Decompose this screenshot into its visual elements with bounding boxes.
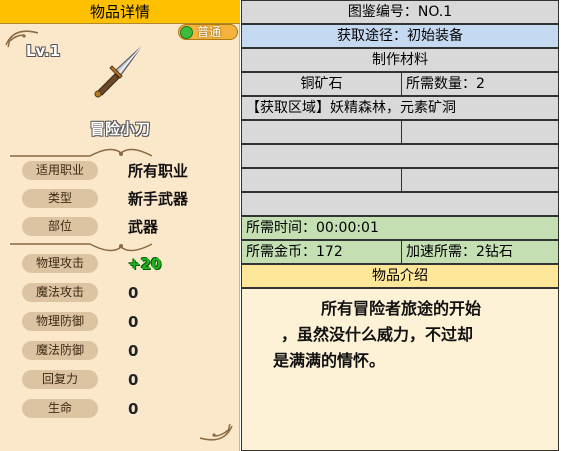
attribute-value: 武器	[128, 218, 159, 236]
ornament-divider	[10, 148, 153, 157]
ornament-icon	[199, 423, 233, 441]
stat-row: 魔法防御 0	[0, 340, 240, 362]
stat-row: 物理防御 0	[0, 311, 240, 333]
stat-label: 生命	[22, 399, 98, 418]
materials-header: 制作材料	[241, 48, 559, 72]
intro-header: 物品介绍	[241, 264, 559, 288]
stat-value: 0	[128, 400, 139, 418]
panel-title: 物品详情	[0, 0, 240, 24]
item-description: 所有冒险者旅途的开始 ，虽然没什么威力，不过却 是满满的情怀。	[273, 296, 533, 374]
item-name: 冒险小刀	[89, 120, 150, 138]
catalog-number: 图鉴编号：NO.1	[241, 0, 559, 24]
stat-label: 魔法攻击	[22, 283, 98, 302]
description-line: 是满满的情怀。	[273, 351, 386, 370]
empty-material-row	[241, 120, 559, 144]
empty-cell	[242, 121, 402, 143]
stat-label: 魔法防御	[22, 341, 98, 360]
quality-badge: 普通	[178, 24, 238, 40]
stat-value: 0	[128, 342, 139, 360]
stat-value: 0	[128, 371, 139, 389]
acquisition-source: 获取途径：初始装备	[241, 24, 559, 48]
attribute-row: 类型 新手武器	[0, 188, 240, 210]
cost-row: 所需金币：172 加速所需：2钻石	[241, 240, 559, 264]
attribute-row: 适用职业 所有职业	[0, 160, 240, 182]
stat-value: 0	[128, 313, 139, 331]
empty-row	[241, 192, 559, 216]
item-info-table: 图鉴编号：NO.1 获取途径：初始装备 制作材料 铜矿石 所需数量：2 【获取区…	[241, 0, 561, 451]
attribute-label: 部位	[22, 217, 98, 236]
material-quantity: 所需数量：2	[406, 76, 485, 92]
item-level: Lv.1	[26, 42, 61, 60]
description-line: 所有冒险者旅途的开始	[321, 299, 482, 318]
dagger-icon	[94, 46, 142, 98]
ornament-divider	[10, 243, 153, 252]
stat-label: 物理攻击	[22, 254, 98, 273]
time-required: 所需时间：00:00:01	[241, 216, 559, 240]
material-row: 铜矿石 所需数量：2	[241, 72, 559, 96]
quality-badge-icon	[180, 26, 193, 39]
stat-row: 物理攻击 +20	[0, 253, 240, 275]
item-detail-panel: 物品详情 Lv.1 普通 冒险小刀 适用职业 所有职业 类型 新手武器 部位 武…	[0, 0, 240, 451]
empty-row	[241, 144, 559, 168]
material-name: 铜矿石	[242, 73, 402, 95]
attribute-label: 适用职业	[22, 161, 98, 180]
stat-value: 0	[128, 284, 139, 302]
stat-label: 物理防御	[22, 312, 98, 331]
item-detail-window: 物品详情 Lv.1 普通 冒险小刀 适用职业 所有职业 类型 新手武器 部位 武…	[0, 0, 561, 451]
attribute-value: 新手武器	[128, 190, 189, 208]
quality-label: 普通	[197, 25, 222, 39]
description-line: ，虽然没什么威力，不过却	[281, 325, 474, 344]
stat-row: 回复力 0	[0, 369, 240, 391]
attribute-row: 部位 武器	[0, 216, 240, 238]
stat-row: 生命 0	[0, 398, 240, 420]
stat-row: 魔法攻击 0	[0, 282, 240, 304]
gold-required: 所需金币：172	[242, 241, 402, 263]
empty-cell	[242, 169, 402, 191]
acquisition-region: 【获取区域】妖精森林，元素矿洞	[241, 96, 559, 120]
attribute-label: 类型	[22, 189, 98, 208]
stat-value: +20	[128, 255, 162, 273]
stat-label: 回复力	[22, 370, 98, 389]
speedup-cost: 加速所需：2钻石	[406, 244, 513, 260]
empty-material-row	[241, 168, 559, 192]
attribute-value: 所有职业	[128, 162, 189, 180]
